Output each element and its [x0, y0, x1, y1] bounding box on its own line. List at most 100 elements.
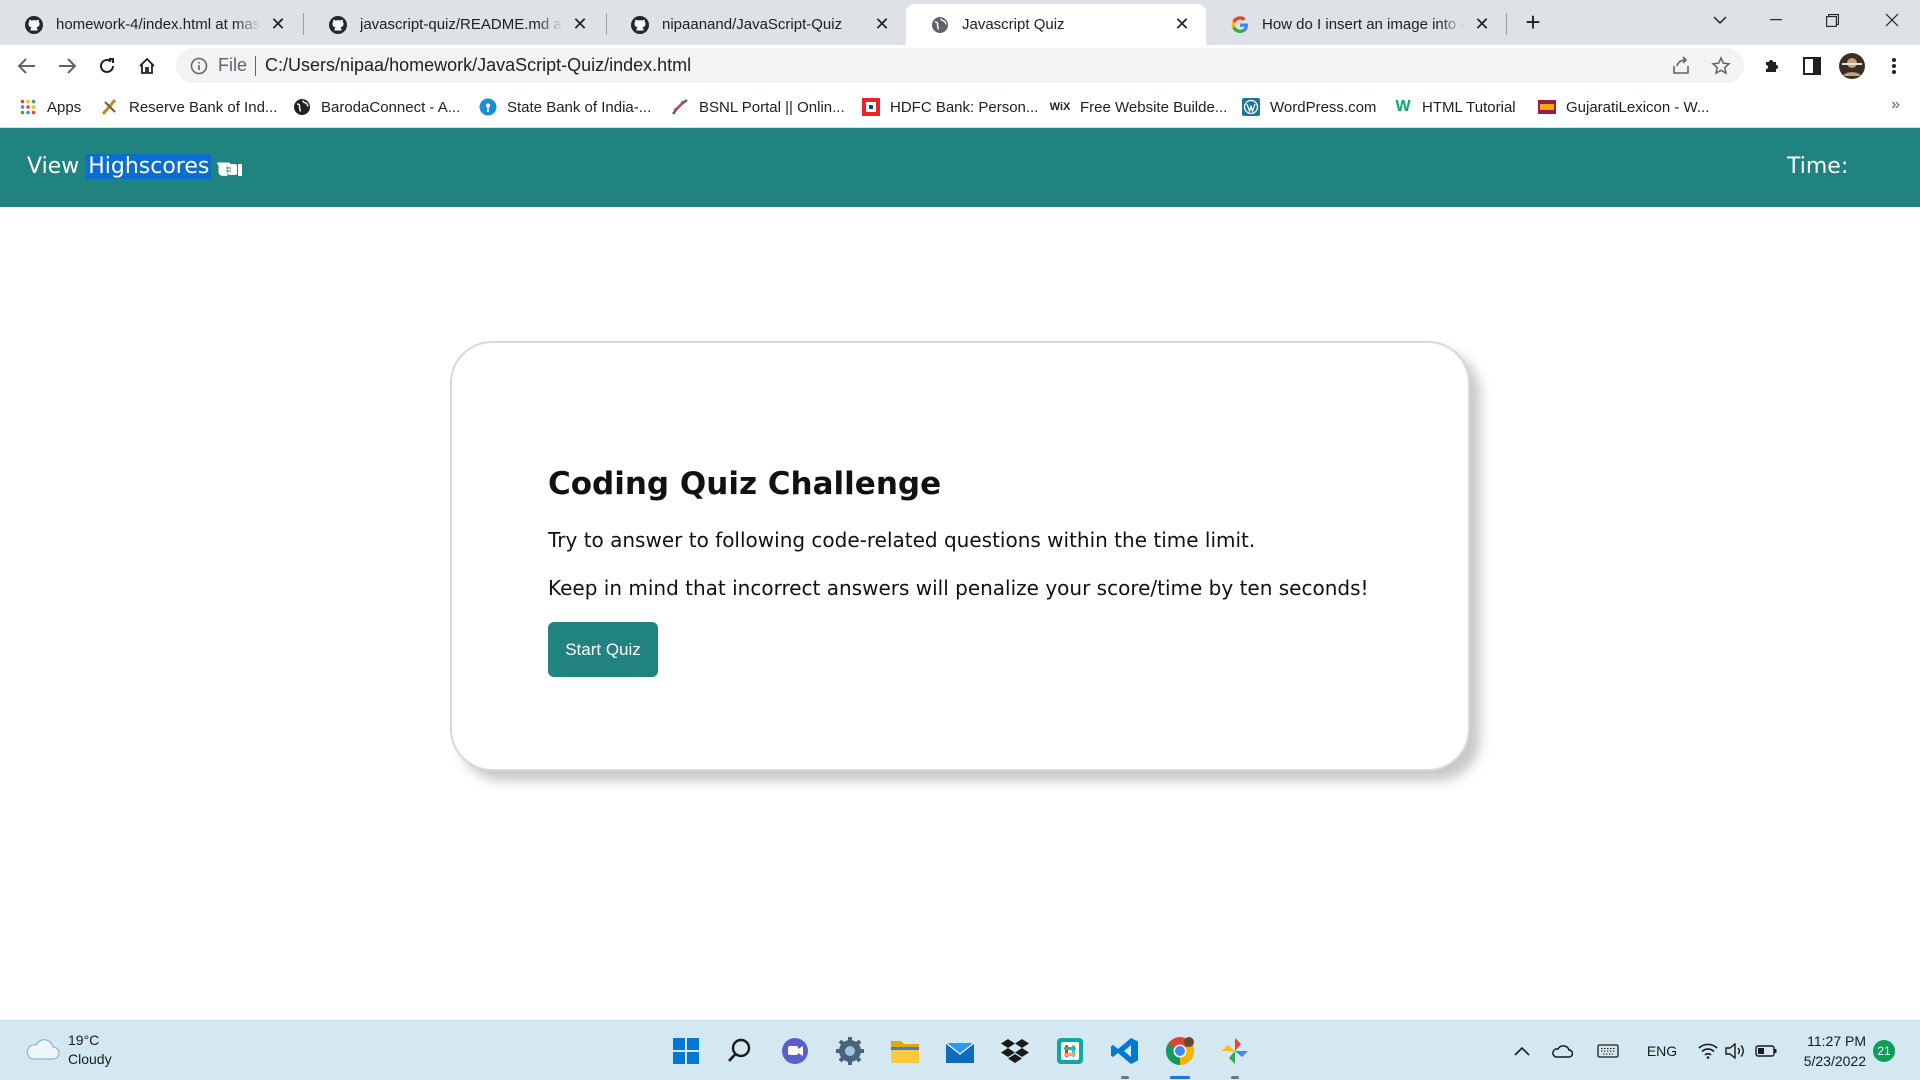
- bookmarks-bar: Apps Reserve Bank of Ind... BarodaConnec…: [0, 86, 1920, 128]
- volume-icon[interactable]: [1724, 1039, 1748, 1063]
- bookmark-label: GujaratiLexicon - W...: [1566, 98, 1710, 116]
- bookmark-label: Reserve Bank of Ind...: [129, 98, 278, 116]
- pointing-hand-icon: [215, 156, 245, 178]
- wix-icon: WiX: [1049, 101, 1071, 113]
- onedrive-cloud-icon[interactable]: [1550, 1039, 1574, 1063]
- slack-icon[interactable]: [1052, 1033, 1088, 1069]
- url-divider: [255, 55, 257, 76]
- bookmark-state-bank[interactable]: State Bank of India-...: [479, 96, 651, 118]
- close-window-icon[interactable]: [1864, 0, 1920, 40]
- back-arrow-icon[interactable]: [12, 51, 42, 81]
- view-label: View: [27, 154, 80, 179]
- bookmark-label: WordPress.com: [1270, 98, 1377, 116]
- chrome-icon[interactable]: [1162, 1033, 1198, 1079]
- close-tab-icon[interactable]: ✕: [570, 14, 590, 35]
- mail-icon[interactable]: [942, 1033, 978, 1069]
- show-hidden-icons-chevron-icon[interactable]: [1512, 1039, 1532, 1063]
- globe-icon: [293, 98, 311, 116]
- new-tab-button[interactable]: +: [1518, 8, 1548, 38]
- share-icon[interactable]: [1670, 55, 1692, 77]
- tab-title: How do I insert an image into a M: [1262, 16, 1464, 33]
- bookmark-star-icon[interactable]: [1710, 55, 1732, 77]
- running-indicator: [1231, 1076, 1239, 1079]
- settings-icon[interactable]: [832, 1033, 868, 1069]
- tab-nipaanand-javascript-quiz[interactable]: nipaanand/JavaScript-Quiz ✕: [606, 4, 906, 45]
- quiz-instructions: Try to answer to following code-related …: [548, 528, 1256, 552]
- bsnl-icon: [671, 98, 689, 116]
- input-language-indicator[interactable]: ENG: [1645, 1039, 1679, 1063]
- bookmark-wix[interactable]: WiX Free Website Builde...: [1049, 96, 1228, 118]
- time-label: Time:: [1787, 154, 1849, 179]
- teams-chat-icon[interactable]: [777, 1033, 813, 1069]
- bookmark-label: State Bank of India-...: [507, 98, 652, 116]
- reload-icon[interactable]: [92, 51, 122, 81]
- url-text[interactable]: C:/Users/nipaa/homework/JavaScript-Quiz/…: [265, 55, 691, 76]
- browser-tab-strip: homework-4/index.html at maste ✕ javascr…: [0, 0, 1920, 45]
- address-bar[interactable]: File C:/Users/nipaa/homework/JavaScript-…: [176, 48, 1744, 83]
- bookmark-gujaratilexicon[interactable]: GujaratiLexicon - W...: [1538, 96, 1709, 118]
- bookmarks-overflow-icon[interactable]: »: [1891, 96, 1900, 114]
- view-highscores-link[interactable]: View Highscores: [27, 154, 245, 179]
- tab-title: Javascript Quiz: [962, 16, 1065, 33]
- tab-javascript-quiz[interactable]: Javascript Quiz ✕: [906, 4, 1206, 45]
- file-explorer-icon[interactable]: [887, 1033, 923, 1069]
- profile-avatar[interactable]: [1838, 52, 1866, 80]
- system-clock[interactable]: 11:27 PM 5/23/2022: [1766, 1031, 1866, 1071]
- gujaratilexicon-icon: [1538, 98, 1556, 116]
- clock-time: 11:27 PM: [1807, 1033, 1866, 1049]
- close-tab-icon[interactable]: ✕: [872, 14, 892, 35]
- dropbox-icon[interactable]: [997, 1033, 1033, 1069]
- page-viewport: View Highscores Time: Coding Quiz Challe…: [0, 128, 1920, 1020]
- notification-count-badge[interactable]: 21: [1873, 1040, 1895, 1062]
- weather-widget[interactable]: 19°C Cloudy: [24, 1031, 112, 1069]
- windows-start-icon[interactable]: [668, 1033, 704, 1069]
- tab-google-search[interactable]: How do I insert an image into a M ✕: [1206, 4, 1506, 45]
- start-quiz-button[interactable]: Start Quiz: [548, 622, 658, 677]
- side-panel-icon[interactable]: [1800, 54, 1824, 78]
- minimize-window-icon[interactable]: [1748, 0, 1804, 40]
- google-icon: [1230, 15, 1250, 35]
- quiz-intro-card: Coding Quiz Challenge Try to answer to f…: [450, 341, 1470, 771]
- globe-icon: [930, 15, 950, 35]
- vscode-icon[interactable]: [1107, 1033, 1143, 1079]
- bookmark-reserve-bank[interactable]: Reserve Bank of Ind...: [101, 96, 277, 118]
- bookmark-bsnl-portal[interactable]: BSNL Portal || Onlin...: [671, 96, 845, 118]
- extensions-puzzle-icon[interactable]: [1760, 54, 1784, 78]
- clock-date: 5/23/2022: [1803, 1053, 1866, 1069]
- tab-title: nipaanand/JavaScript-Quiz: [662, 16, 843, 33]
- forward-arrow-icon[interactable]: [52, 51, 82, 81]
- bookmark-label: HTML Tutorial: [1422, 98, 1516, 116]
- site-info-icon[interactable]: [190, 57, 208, 75]
- close-tab-icon[interactable]: ✕: [1172, 14, 1192, 35]
- quiz-title: Coding Quiz Challenge: [548, 466, 942, 502]
- browser-toolbar: File C:/Users/nipaa/homework/JavaScript-…: [0, 45, 1920, 86]
- bookmark-apps[interactable]: Apps: [19, 96, 81, 118]
- windows-taskbar: 19°C Cloudy ENG 11:27 PM 5/23/2022 21: [0, 1020, 1920, 1080]
- keyboard-icon[interactable]: [1596, 1039, 1620, 1063]
- bookmark-html-tutorial[interactable]: W HTML Tutorial: [1394, 96, 1516, 118]
- chrome-menu-icon[interactable]: [1882, 54, 1906, 78]
- w3schools-icon: W: [1395, 98, 1411, 115]
- hdfc-icon: [862, 98, 880, 116]
- bookmark-barodaconnect[interactable]: BarodaConnect - A...: [293, 96, 460, 118]
- tab-search-dropdown-icon[interactable]: [1692, 0, 1748, 40]
- highscores-label: Highscores: [86, 154, 212, 179]
- bookmark-hdfc-bank[interactable]: HDFC Bank: Person...: [862, 96, 1038, 118]
- home-icon[interactable]: [132, 51, 162, 81]
- sbi-icon: [479, 98, 497, 116]
- restore-window-icon[interactable]: [1804, 0, 1860, 40]
- running-indicator: [1170, 1076, 1190, 1079]
- bookmark-label: Apps: [47, 98, 82, 116]
- tab-javascript-quiz-readme[interactable]: javascript-quiz/README.md at m ✕: [304, 4, 604, 45]
- tab-separator: [1506, 13, 1507, 35]
- bookmark-wordpress[interactable]: WordPress.com: [1242, 96, 1376, 118]
- weather-condition: Cloudy: [68, 1051, 112, 1067]
- pinwheel-app-icon[interactable]: [1217, 1033, 1253, 1079]
- rbi-icon: [101, 98, 119, 116]
- weather-temperature: 19°C: [68, 1032, 100, 1048]
- close-tab-icon[interactable]: ✕: [268, 14, 288, 35]
- wifi-icon[interactable]: [1696, 1039, 1720, 1063]
- tab-homework-4[interactable]: homework-4/index.html at maste ✕: [0, 4, 302, 45]
- close-tab-icon[interactable]: ✕: [1472, 14, 1492, 35]
- search-icon[interactable]: [722, 1033, 758, 1069]
